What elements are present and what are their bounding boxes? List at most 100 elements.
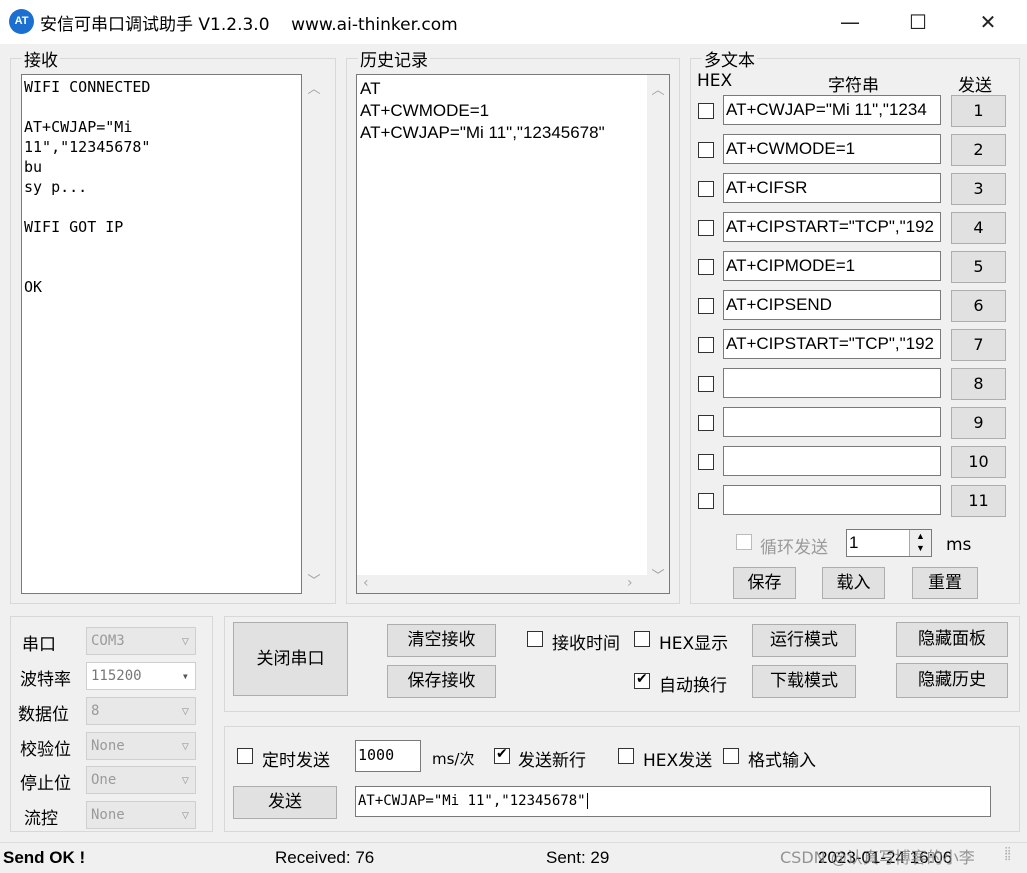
multi-text-input[interactable]: [723, 446, 941, 476]
hide-history-button[interactable]: 隐藏历史: [896, 663, 1008, 698]
send-column-header: 发送: [958, 76, 992, 96]
hex-display-label: HEX显示: [659, 634, 729, 654]
multi-hex-checkbox[interactable]: [698, 298, 714, 314]
run-mode-button[interactable]: 运行模式: [752, 624, 856, 657]
app-logo-icon: AT: [9, 9, 34, 34]
multi-send-button[interactable]: 1: [951, 95, 1006, 127]
multi-send-button[interactable]: 5: [951, 251, 1006, 283]
multi-send-button[interactable]: 9: [951, 407, 1006, 439]
status-send-ok: Send OK !: [3, 848, 86, 867]
chevron-down-icon: ▾: [181, 669, 189, 683]
multi-hex-checkbox[interactable]: [698, 259, 714, 275]
close-window-button[interactable]: ✕: [960, 0, 1016, 44]
maximize-button[interactable]: ☐: [890, 0, 946, 44]
receive-scrollbar[interactable]: ︿ ﹀: [303, 74, 325, 594]
multi-hex-checkbox[interactable]: [698, 142, 714, 158]
save-multi-button[interactable]: 保存: [733, 567, 796, 599]
spin-buttons[interactable]: ▲ ▼: [909, 530, 931, 556]
ms-unit-label: ms: [946, 535, 972, 555]
status-received: Received: 76: [275, 848, 375, 867]
chevron-down-icon: ▽: [181, 634, 189, 648]
minimize-button[interactable]: —: [822, 0, 878, 44]
hide-panel-button[interactable]: 隐藏面板: [896, 622, 1008, 657]
multi-hex-checkbox[interactable]: [698, 376, 714, 392]
clear-receive-button[interactable]: 清空接收: [387, 624, 496, 657]
loop-interval-input[interactable]: 1 ▲ ▼: [846, 529, 932, 557]
scroll-left-icon[interactable]: ‹: [363, 575, 369, 591]
multi-text-input[interactable]: AT+CIPMODE=1: [723, 251, 941, 281]
download-mode-button[interactable]: 下载模式: [752, 665, 856, 698]
scroll-down-icon[interactable]: ﹀: [303, 570, 325, 589]
loop-send-checkbox[interactable]: [736, 534, 752, 550]
timed-send-checkbox[interactable]: [237, 748, 253, 764]
multi-send-button[interactable]: 10: [951, 446, 1006, 478]
string-column-header: 字符串: [828, 76, 879, 96]
receive-time-checkbox[interactable]: [527, 631, 543, 647]
stop-bits-select[interactable]: One ▽: [86, 766, 196, 794]
send-interval-input[interactable]: 1000: [355, 740, 421, 772]
multi-send-button[interactable]: 8: [951, 368, 1006, 400]
interval-unit-label: ms/次: [432, 750, 475, 768]
scroll-down-icon[interactable]: ﹀: [647, 565, 669, 584]
csdn-watermark: CSDN @认真写博客的小李: [780, 848, 975, 867]
save-receive-button[interactable]: 保存接收: [387, 665, 496, 698]
multi-hex-checkbox[interactable]: [698, 454, 714, 470]
multi-send-button[interactable]: 4: [951, 212, 1006, 244]
multi-text-input[interactable]: AT+CIPSTART="TCP","192: [723, 329, 941, 359]
auto-wrap-checkbox[interactable]: [634, 671, 650, 689]
chevron-down-icon: ▽: [181, 739, 189, 753]
history-item[interactable]: AT+CWJAP="Mi 11","12345678": [360, 122, 666, 144]
multi-send-button[interactable]: 6: [951, 290, 1006, 322]
port-select[interactable]: COM3 ▽: [86, 627, 196, 655]
baud-value: 115200: [91, 668, 142, 684]
scroll-right-icon[interactable]: ›: [627, 575, 633, 591]
multi-text-input[interactable]: [723, 407, 941, 437]
load-multi-button[interactable]: 载入: [822, 567, 885, 599]
multi-hex-checkbox[interactable]: [698, 415, 714, 431]
hex-display-checkbox[interactable]: [634, 631, 650, 647]
history-vscrollbar[interactable]: ︿ ﹀: [647, 75, 669, 593]
chevron-down-icon: ▽: [181, 704, 189, 718]
multi-send-button[interactable]: 11: [951, 485, 1006, 517]
resize-grip-icon[interactable]: ⠿ ⠿: [1004, 848, 1022, 868]
timed-send-label: 定时发送: [262, 751, 330, 771]
data-bits-value: 8: [91, 703, 100, 719]
multi-text-input[interactable]: AT+CWMODE=1: [723, 134, 941, 164]
scroll-up-icon[interactable]: ︿: [303, 78, 325, 97]
parity-label: 校验位: [20, 740, 71, 760]
multi-text-input[interactable]: AT+CWJAP="Mi 11","1234: [723, 95, 941, 125]
multi-send-button[interactable]: 7: [951, 329, 1006, 361]
receive-textarea[interactable]: WIFI CONNECTED AT+CWJAP="Mi 11","1234567…: [21, 74, 302, 594]
data-bits-select[interactable]: 8 ▽: [86, 697, 196, 725]
multi-text-input[interactable]: AT+CIPSTART="TCP","192: [723, 212, 941, 242]
multi-text-input[interactable]: [723, 485, 941, 515]
history-hscrollbar[interactable]: ‹ ›: [357, 575, 647, 593]
history-item[interactable]: AT+CWMODE=1: [360, 100, 666, 122]
flow-control-select[interactable]: None ▽: [86, 801, 196, 829]
send-newline-checkbox[interactable]: [494, 746, 510, 764]
multi-send-button[interactable]: 3: [951, 173, 1006, 205]
multi-hex-checkbox[interactable]: [698, 181, 714, 197]
multi-text-input[interactable]: AT+CIFSR: [723, 173, 941, 203]
history-item[interactable]: AT: [360, 78, 666, 100]
reset-multi-button[interactable]: 重置: [912, 567, 978, 599]
format-input-checkbox[interactable]: [723, 748, 739, 764]
send-text-input[interactable]: AT+CWJAP="Mi 11","12345678": [355, 786, 991, 817]
scroll-up-icon[interactable]: ︿: [647, 79, 669, 98]
multi-hex-checkbox[interactable]: [698, 103, 714, 119]
close-port-button[interactable]: 关闭串口: [233, 622, 348, 696]
multi-text-input[interactable]: AT+CIPSEND: [723, 290, 941, 320]
flow-control-value: None: [91, 807, 125, 823]
flow-control-label: 流控: [24, 809, 58, 829]
baud-select[interactable]: 115200 ▾: [86, 662, 196, 690]
multi-text-input[interactable]: [723, 368, 941, 398]
history-list[interactable]: AT AT+CWMODE=1 AT+CWJAP="Mi 11","1234567…: [356, 74, 670, 594]
parity-select[interactable]: None ▽: [86, 732, 196, 760]
send-button[interactable]: 发送: [233, 786, 337, 819]
multi-hex-checkbox[interactable]: [698, 493, 714, 509]
hex-send-checkbox[interactable]: [618, 748, 634, 764]
send-newline-label: 发送新行: [518, 751, 586, 771]
multi-send-button[interactable]: 2: [951, 134, 1006, 166]
multi-hex-checkbox[interactable]: [698, 220, 714, 236]
multi-hex-checkbox[interactable]: [698, 337, 714, 353]
